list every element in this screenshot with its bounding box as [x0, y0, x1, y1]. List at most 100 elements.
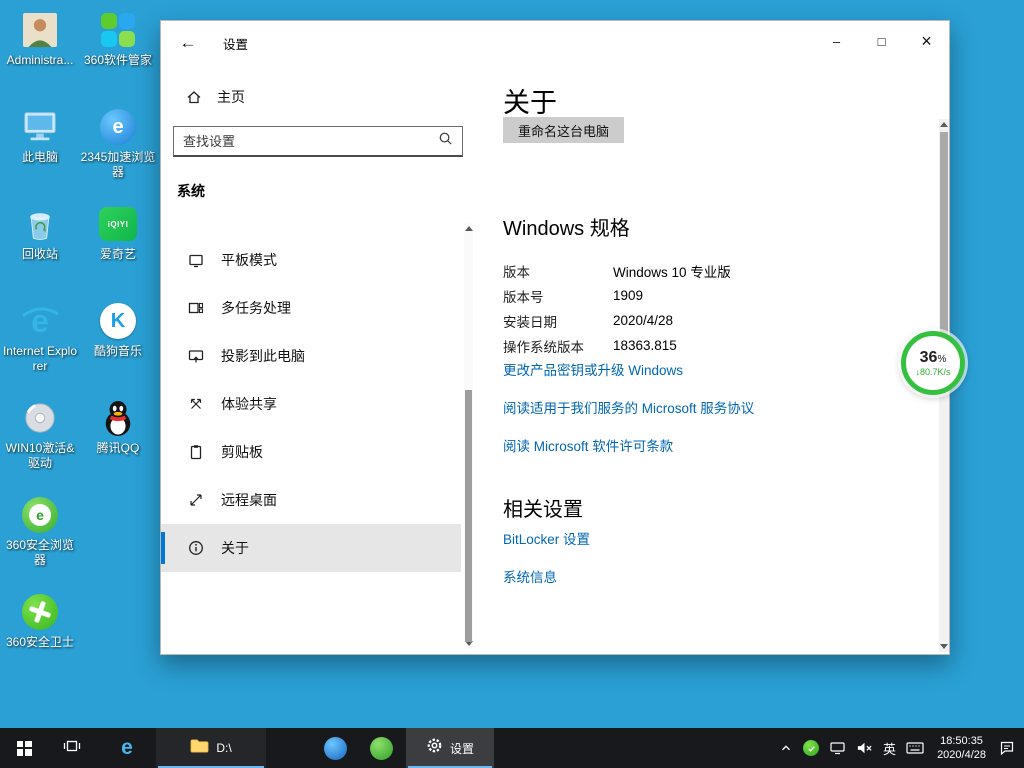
nav-scroll-track[interactable]: [464, 234, 473, 638]
desktop-icon-tencent-qq[interactable]: 腾讯QQ: [79, 392, 157, 489]
close-button[interactable]: ×: [904, 21, 949, 61]
tray-expand-button[interactable]: [774, 728, 798, 768]
360-software-manager-icon: [97, 10, 139, 50]
spec-row: 操作系统版本 18363.815: [503, 333, 731, 358]
speaker-muted-icon: [856, 740, 873, 756]
windows-logo-icon: [17, 741, 32, 756]
desktop-icon-360-software-manager[interactable]: 360软件管家: [79, 4, 157, 101]
window-title: 设置: [223, 34, 248, 53]
taskbar-360-browser-button[interactable]: [358, 728, 404, 768]
scroll-up-icon[interactable]: [940, 122, 948, 127]
scroll-up-icon[interactable]: [465, 226, 473, 231]
shared-experiences-icon: [187, 396, 204, 413]
spec-value: Windows 10 专业版: [613, 261, 731, 281]
desktop-icon-label: 360软件管家: [84, 53, 152, 68]
desktop-icon-column-2: 360软件管家 e 2345加速浏览器 iQIYI 爱奇艺 K 酷狗音乐 腾讯Q…: [79, 4, 157, 489]
project-to-pc-icon: [187, 348, 204, 365]
settings-content-pane: 关于 重命名这台电脑 Windows 规格 版本 Windows 10 专业版 …: [476, 67, 949, 654]
taskbar-explorer-button[interactable]: D:\: [156, 728, 266, 768]
nav-item-tablet-mode[interactable]: 平板模式: [161, 236, 461, 284]
action-center-icon: [999, 740, 1015, 756]
taskbar-ie-button[interactable]: e: [104, 728, 150, 768]
desktop-icon-label: 腾讯QQ: [97, 441, 140, 456]
taskbar-settings-button[interactable]: 设置: [406, 728, 494, 768]
settings-window: ← 设置 – □ × 主页: [160, 20, 950, 655]
taskbar-2345-browser-button[interactable]: [312, 728, 358, 768]
settings-app-label: 设置: [450, 740, 474, 757]
tablet-mode-icon: [187, 252, 204, 269]
titlebar: ← 设置 – □ ×: [161, 21, 949, 67]
window-body: 主页 系统 平板模式: [161, 67, 949, 654]
nav-home[interactable]: 主页: [185, 87, 245, 107]
tray-volume-muted-icon[interactable]: [851, 728, 878, 768]
bitlocker-settings-link[interactable]: BitLocker 设置: [503, 528, 590, 548]
settings-search-box: [173, 126, 463, 157]
chevron-up-icon: [779, 741, 793, 755]
nav-scroll-thumb[interactable]: [465, 390, 472, 642]
input-method-indicator[interactable]: 英: [878, 728, 901, 768]
internet-explorer-icon: e: [19, 301, 61, 341]
360-browser-icon: [370, 737, 393, 760]
scroll-down-icon[interactable]: [940, 644, 948, 649]
nav-item-label: 剪贴板: [221, 442, 263, 462]
spec-table: 版本 Windows 10 专业版 版本号 1909 安装日期 2020/4/2…: [503, 258, 731, 358]
desktop-icon-internet-explorer[interactable]: e Internet Explorer: [1, 295, 79, 392]
system-info-link[interactable]: 系统信息: [503, 566, 557, 586]
rename-pc-button[interactable]: 重命名这台电脑: [503, 117, 624, 143]
input-method-label: 英: [883, 739, 896, 758]
license-terms-link[interactable]: 阅读 Microsoft 软件许可条款: [503, 435, 673, 455]
recycle-bin-icon: [19, 204, 61, 244]
search-icon[interactable]: [438, 131, 453, 151]
explorer-window-label: D:\: [216, 741, 231, 755]
minimize-button[interactable]: –: [814, 21, 859, 61]
desktop-icon-this-pc[interactable]: 此电脑: [1, 101, 79, 198]
touch-keyboard-button[interactable]: [901, 728, 929, 768]
nav-item-label: 关于: [221, 538, 249, 558]
360-shield-icon: [803, 740, 819, 756]
kugou-music-icon: K: [97, 301, 139, 341]
task-view-button[interactable]: [48, 728, 96, 768]
nav-item-shared-experiences[interactable]: 体验共享: [161, 380, 461, 428]
window-controls: – □ ×: [814, 21, 949, 61]
nav-home-label: 主页: [217, 87, 245, 107]
taskbar-clock[interactable]: 18:50:35 2020/4/28: [929, 728, 994, 768]
page-title: 关于: [503, 81, 557, 120]
services-agreement-link[interactable]: 阅读适用于我们服务的 Microsoft 服务协议: [503, 397, 754, 417]
content-scroll-thumb[interactable]: [940, 132, 948, 340]
nav-item-remote-desktop[interactable]: 远程桌面: [161, 476, 461, 524]
desktop-icon-360-safe-guard[interactable]: 360安全卫士: [1, 586, 79, 683]
iqiyi-icon: iQIYI: [97, 204, 139, 244]
change-product-key-link[interactable]: 更改产品密钥或升级 Windows: [503, 359, 683, 379]
nav-item-about[interactable]: 关于: [161, 524, 461, 572]
clock-time: 18:50:35: [940, 734, 983, 748]
nav-item-label: 远程桌面: [221, 490, 277, 510]
desktop-icon-win10-activation[interactable]: WIN10激活&驱动: [1, 392, 79, 489]
nav-item-label: 平板模式: [221, 250, 277, 270]
maximize-button[interactable]: □: [859, 21, 904, 61]
tray-network-icon[interactable]: [824, 728, 851, 768]
desktop-icon-label: Administra...: [7, 53, 74, 68]
desktop-icon-recycle-bin[interactable]: 回收站: [1, 198, 79, 295]
nav-list: 平板模式 多任务处理 投影到此电脑: [161, 236, 461, 572]
nav-item-multitasking[interactable]: 多任务处理: [161, 284, 461, 332]
desktop-icon-kugou-music[interactable]: K 酷狗音乐: [79, 295, 157, 392]
nav-item-project-to-pc[interactable]: 投影到此电脑: [161, 332, 461, 380]
spec-label: 版本: [503, 261, 613, 281]
back-button[interactable]: ←: [171, 28, 205, 58]
360-speed-float-ball[interactable]: 36% ↓80.7K/s: [901, 331, 965, 395]
system-tray: 英 18:50:35 2020/4/28: [774, 728, 1024, 768]
desktop-icon-label: 爱奇艺: [100, 247, 136, 262]
start-button[interactable]: [0, 728, 48, 768]
nav-item-clipboard[interactable]: 剪贴板: [161, 428, 461, 476]
settings-search-input[interactable]: [183, 134, 438, 149]
desktop-icon-2345-browser[interactable]: e 2345加速浏览器: [79, 101, 157, 198]
desktop-icon-administrator[interactable]: Administra...: [1, 4, 79, 101]
tray-360-icon[interactable]: [798, 728, 824, 768]
desktop-icon-label: 360安全卫士: [6, 635, 74, 650]
selected-accent-bar: [161, 532, 165, 564]
action-center-button[interactable]: [994, 728, 1020, 768]
desktop-icon-iqiyi[interactable]: iQIYI 爱奇艺: [79, 198, 157, 295]
desktop-icon-360-safe-browser[interactable]: e 360安全浏览器: [1, 489, 79, 586]
nav-scrollbar[interactable]: [464, 223, 473, 649]
home-icon: [185, 89, 202, 106]
